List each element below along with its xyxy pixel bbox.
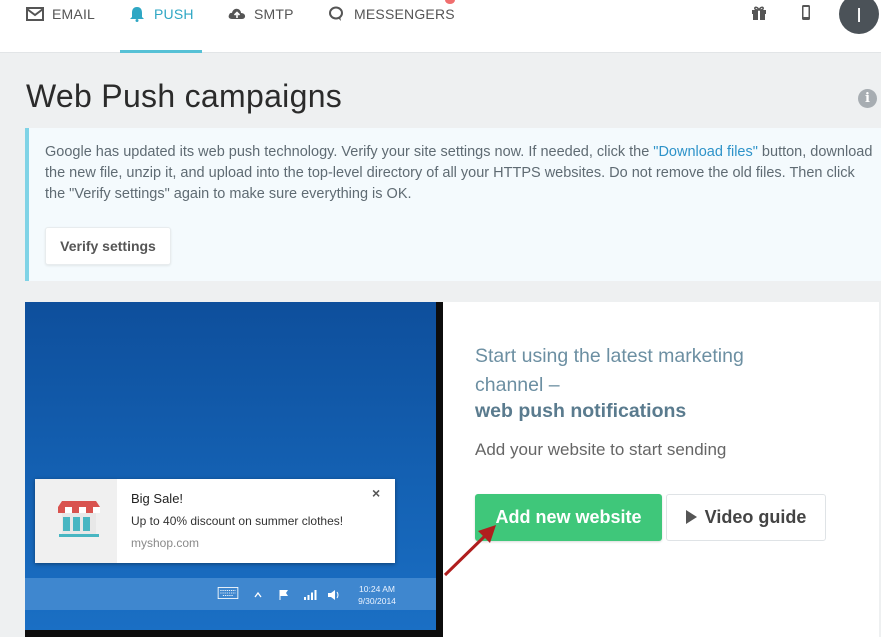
mobile-icon[interactable]: [797, 4, 815, 22]
notification-body: Up to 40% discount on summer clothes!: [131, 514, 344, 528]
page-title: Web Push campaigns: [26, 78, 343, 114]
promo-highlight: web push notifications: [475, 400, 687, 422]
tab-smtp-label: SMTP: [254, 6, 294, 22]
annotation-arrow: [443, 525, 496, 577]
tab-push[interactable]: PUSH: [120, 0, 202, 53]
taskbar: 10:24 AM 9/30/2014: [25, 578, 436, 610]
chat-bubble-icon: [329, 6, 343, 21]
avatar[interactable]: I: [839, 0, 879, 34]
tab-smtp[interactable]: SMTP: [228, 0, 294, 53]
promo-subtext: Add your website to start sending: [475, 440, 727, 459]
notification-source: myshop.com: [131, 536, 200, 550]
google-update-alert: Google has updated its web push technolo…: [25, 128, 881, 281]
top-navigation: EMAIL PUSH SMTP MESSENGERS I: [0, 0, 881, 53]
video-guide-label: Video guide: [704, 507, 807, 527]
info-icon[interactable]: i: [858, 89, 877, 108]
video-guide-button[interactable]: Video guide: [666, 494, 826, 541]
promo-headline: Start using the latest marketing channel…: [475, 345, 744, 396]
flag-icon: [279, 590, 288, 600]
notification-title: Big Sale!: [131, 491, 184, 506]
alert-text-before: Google has updated its web push technolo…: [45, 144, 654, 160]
tab-email-label: EMAIL: [52, 6, 96, 22]
clock-time: 10:24 AM: [359, 584, 395, 594]
clock-date: 9/30/2014: [358, 596, 396, 606]
signal-icon: [304, 590, 317, 600]
sample-notification: Big Sale! Up to 40% discount on summer c…: [35, 479, 395, 563]
alert-text: Google has updated its web push technolo…: [45, 142, 875, 205]
onboarding-card: Big Sale! Up to 40% discount on summer c…: [25, 302, 879, 637]
taskbar-clock: 10:24 AM 9/30/2014: [353, 583, 401, 607]
gift-icon[interactable]: [750, 4, 768, 22]
envelope-icon: [26, 7, 44, 21]
add-new-website-button[interactable]: Add new website: [475, 494, 662, 541]
cloud-upload-icon: [228, 8, 246, 19]
notification-close-icon: ×: [372, 485, 381, 501]
tab-messengers[interactable]: MESSENGERS: [328, 0, 455, 53]
bell-icon: [130, 7, 144, 22]
desktop-background: Big Sale! Up to 40% discount on summer c…: [25, 302, 436, 630]
verify-settings-button[interactable]: Verify settings: [45, 227, 171, 265]
chevron-up-icon: [254, 591, 262, 598]
download-files-link[interactable]: "Download files": [653, 144, 758, 160]
tab-email[interactable]: EMAIL: [26, 0, 95, 53]
keyboard-icon: [217, 587, 239, 599]
play-icon: [685, 510, 697, 524]
tab-push-label: PUSH: [154, 6, 194, 22]
tab-messengers-label: MESSENGERS: [354, 6, 455, 22]
push-preview-illustration: Big Sale! Up to 40% discount on summer c…: [25, 302, 443, 637]
shop-icon: [35, 479, 117, 563]
speaker-icon: [328, 590, 339, 600]
